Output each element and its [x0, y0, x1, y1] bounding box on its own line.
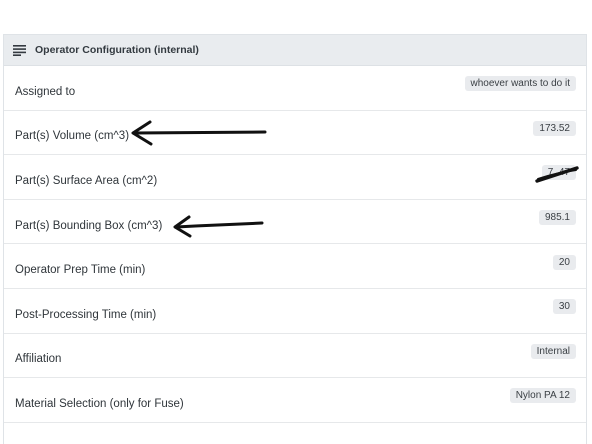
row-material-selection: Material Selection (only for Fuse) Nylon…	[4, 378, 586, 423]
row-value-badge: Nylon PA 12	[509, 388, 576, 404]
panel-title: Operator Configuration (internal)	[35, 44, 199, 56]
row-part-bounding-box: Part(s) Bounding Box (cm^3) 985.1	[4, 200, 586, 245]
operator-configuration-panel: Operator Configuration (internal) Assign…	[3, 34, 587, 444]
row-value-badge: 30	[552, 299, 576, 315]
row-label: Operator Prep Time (min)	[15, 264, 146, 277]
row-value-badge: Internal	[530, 343, 576, 359]
row-operator-prep-time: Operator Prep Time (min) 20	[4, 244, 586, 289]
config-rows: Assigned to whoever wants to do it Part(…	[4, 66, 586, 423]
row-value-badge: whoever wants to do it	[464, 76, 576, 92]
row-label: Material Selection (only for Fuse)	[15, 397, 184, 410]
row-value-badge: 173.52	[533, 120, 576, 136]
row-label: Affiliation	[15, 353, 62, 366]
row-value-badge: 7 .47	[541, 165, 576, 181]
row-value-badge: 985.1	[538, 210, 576, 226]
panel-header: Operator Configuration (internal)	[4, 35, 586, 66]
row-post-processing-time: Post-Processing Time (min) 30	[4, 289, 586, 334]
row-label: Part(s) Surface Area (cm^2)	[15, 174, 158, 187]
row-label: Post-Processing Time (min)	[15, 308, 157, 321]
row-part-surface-area: Part(s) Surface Area (cm^2) 7 .47	[4, 155, 586, 200]
row-part-volume: Part(s) Volume (cm^3) 173.52	[4, 111, 586, 156]
row-label: Assigned to	[15, 85, 76, 98]
row-value-badge: 20	[552, 254, 576, 270]
list-lines-icon	[13, 44, 26, 56]
row-affiliation: Affiliation Internal	[4, 334, 586, 379]
row-label: Part(s) Bounding Box (cm^3)	[15, 219, 163, 232]
row-label: Part(s) Volume (cm^3)	[15, 130, 130, 143]
row-assigned-to: Assigned to whoever wants to do it	[4, 66, 586, 111]
screenshot-stage: Operator Configuration (internal) Assign…	[0, 0, 592, 444]
